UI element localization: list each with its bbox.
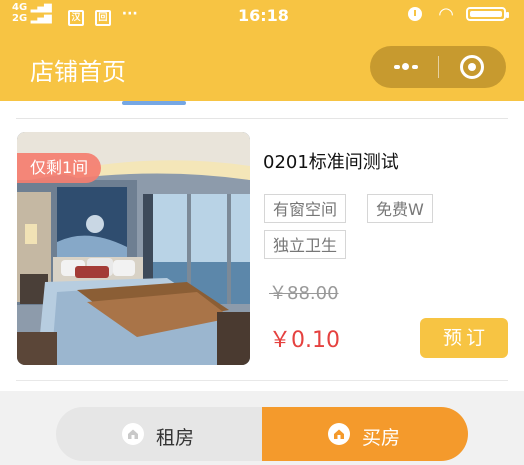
room-card[interactable]: 仅剩1间 0201标准间测试 有窗空间 免费W 独立卫生 ￥88.00 ￥0.1… [17,132,510,367]
original-price: ￥88.00 [269,283,339,304]
app-header: 4G ▂▄▆ 2G ▂▄▆ 汉 回 ··· 16:18 ◠ 店铺首页 [0,0,524,101]
more-dots-icon-dot [402,63,409,70]
status-bar: 4G ▂▄▆ 2G ▂▄▆ 汉 回 ··· 16:18 ◠ [0,0,524,32]
page-title: 店铺首页 [30,58,126,86]
signal-bars-icon: ▂▄▆ [30,13,52,24]
tag-item: 免费W [367,194,433,223]
status-right-icons: ◠ [400,4,510,26]
input-method-icon: 汉 [68,10,84,26]
notification-icons: 汉 回 ··· [68,6,144,26]
tag-item: 独立卫生 [264,230,347,259]
home-icon [122,423,144,445]
signal-bars-icon: ▂▄▆ [30,2,52,13]
tab-indicator [122,101,186,105]
stock-badge: 仅剩1间 [17,153,102,183]
more-dots-icon-dot [412,65,418,69]
message-icon: 回 [94,10,111,26]
rent-buy-switch: 租房 买房 [56,407,468,461]
current-price: ￥0.10 [269,328,340,353]
more-button[interactable] [370,46,438,88]
alarm-icon [408,7,422,21]
rent-tab-label: 租房 [156,427,195,449]
battery-icon [466,7,509,21]
divider [16,380,508,381]
room-photo[interactable]: 仅剩1间 [17,132,250,365]
listing-area: 仅剩1间 0201标准间测试 有窗空间 免费W 独立卫生 ￥88.00 ￥0.1… [0,101,524,391]
more-dots-icon [394,65,400,69]
home-icon [328,423,350,445]
room-name[interactable]: 0201标准间测试 [263,148,399,174]
miniprogram-capsule [370,46,506,88]
wifi-icon: ◠ [438,4,454,25]
network-indicator: 4G ▂▄▆ 2G ▂▄▆ [12,2,52,24]
more-notifications-icon: ··· [121,6,138,22]
close-button[interactable] [438,46,506,88]
target-circle-icon-core [468,63,476,71]
buy-tab-label: 买房 [362,427,401,449]
buy-tab[interactable]: 买房 [262,407,468,461]
network-4g-label: 4G [12,2,28,13]
network-2g-label: 2G [12,13,28,24]
rent-tab[interactable]: 租房 [56,407,262,461]
divider [16,118,508,119]
status-time: 16:18 [238,6,289,25]
tag-item: 有窗空间 [264,194,347,223]
book-button[interactable]: 预订 [420,318,508,358]
